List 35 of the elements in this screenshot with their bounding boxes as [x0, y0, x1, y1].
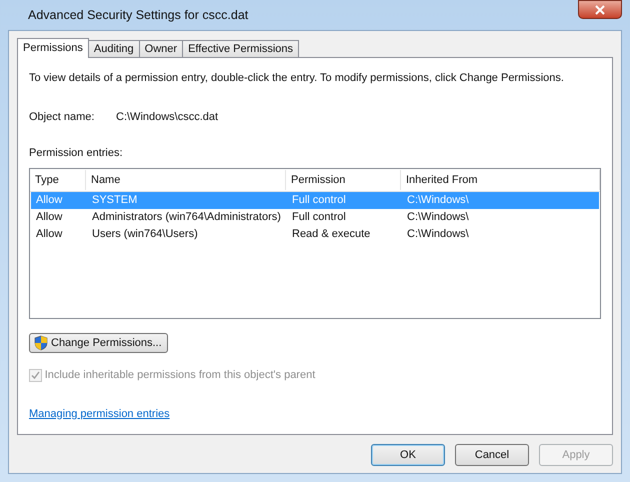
help-link[interactable]: Managing permission entries: [29, 406, 170, 422]
column-header[interactable]: Inherited From: [401, 170, 600, 190]
table-cell-text: Allow: [35, 226, 64, 242]
table-cell-text: C:\Windows\: [406, 210, 470, 225]
tab[interactable]: Effective Permissions: [182, 40, 300, 57]
close-button[interactable]: [578, 0, 622, 19]
permission-row[interactable]: Allow Users (win764\Users) Read & execute C:\Windows\: [31, 226, 599, 242]
close-icon: [595, 4, 605, 14]
change-permissions-button[interactable]: Change Permissions...: [29, 333, 168, 353]
tab[interactable]: Auditing: [88, 40, 140, 57]
dialog-button[interactable]: Cancel: [455, 444, 529, 466]
permission-row[interactable]: Allow Administrators (win764\Administrators) Full control C:\Windows\: [31, 208, 599, 226]
section-label: Permission entries:: [29, 146, 124, 161]
table-cell-text: Allow: [35, 210, 64, 225]
table-cell-text: Full control: [291, 192, 347, 208]
tab[interactable]: Owner: [138, 40, 184, 57]
table-cell-text: Full control: [291, 210, 347, 225]
table-cell-text: Administrators (win764\Administrators): [91, 210, 282, 225]
table-cell-text: C:\Windows\: [406, 192, 470, 208]
table-cell-text: SYSTEM: [91, 192, 138, 208]
table-cell-text: Read & execute: [291, 226, 372, 242]
instruction-text: To view details of a permission entry, double-click the entry. To modify permissions, click Change Permissions.: [29, 71, 565, 86]
table-cell-text: Users (win764\Users): [91, 226, 199, 242]
table-cell-text: Allow: [35, 192, 64, 208]
object-name: C:\Windows\cscc.dat: [116, 110, 218, 124]
column-header[interactable]: Type: [30, 170, 86, 190]
tab[interactable]: Permissions: [17, 38, 89, 58]
column-header[interactable]: Permission: [286, 170, 401, 190]
dialog-button[interactable]: OK: [371, 444, 445, 466]
column-header[interactable]: Name: [86, 170, 286, 190]
window-title: Advanced Security Settings for cscc.dat: [28, 6, 248, 24]
table-cell-text: C:\Windows\: [406, 226, 470, 242]
shield-icon: [33, 335, 49, 352]
field-label: Object name:: [29, 110, 96, 124]
checkbox-label: Include inheritable permissions from this object's parent: [44, 368, 316, 383]
